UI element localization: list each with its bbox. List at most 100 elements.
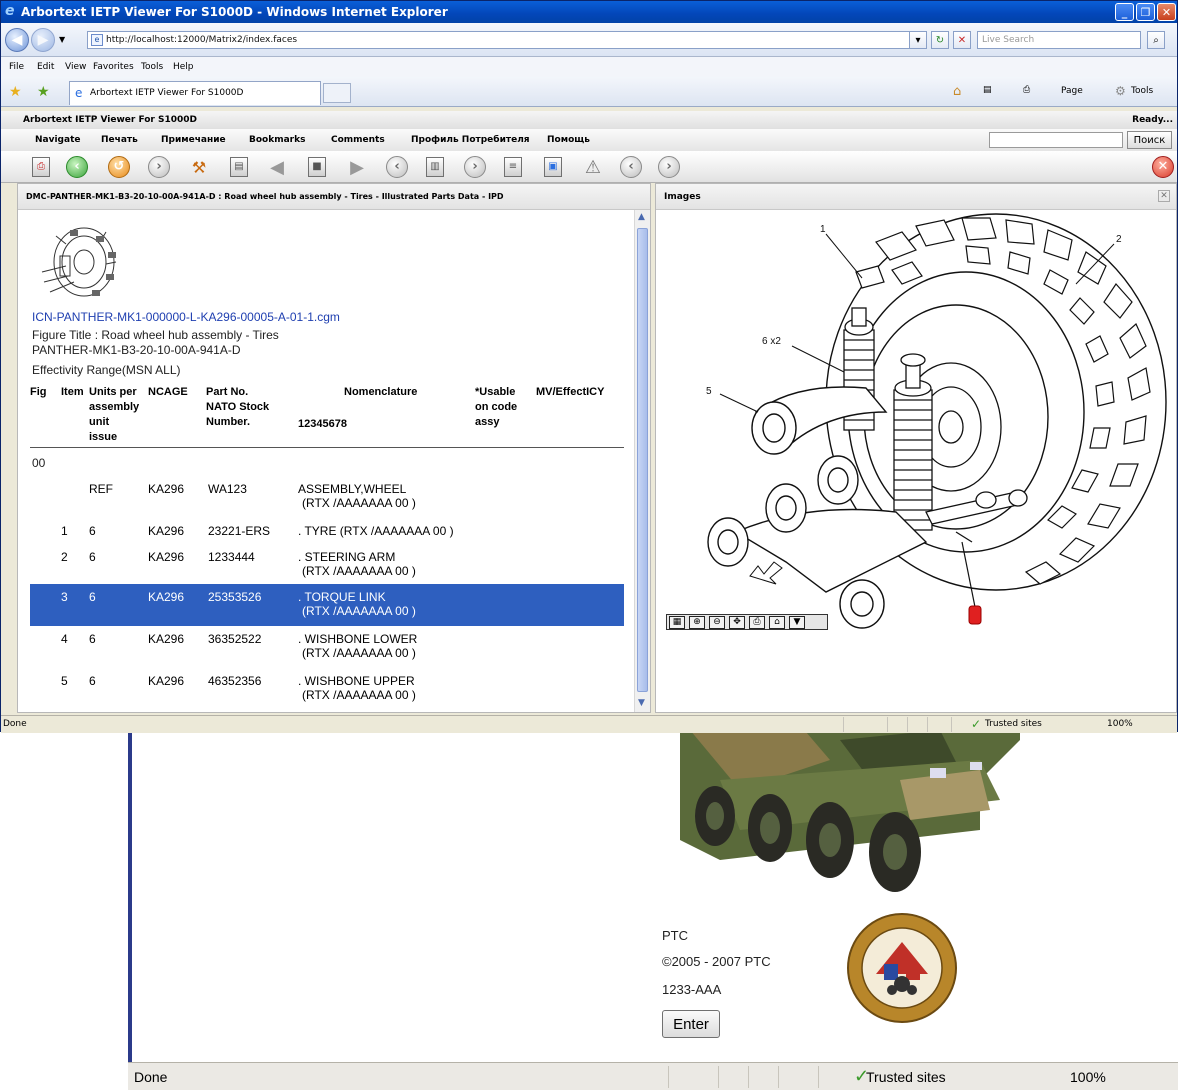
stop-icon[interactable]: ■ [305,155,329,179]
more-options-icon[interactable]: ▼ [789,616,805,629]
version-code: 1233-AAA [662,982,722,997]
background-status-bar: Done ✓ Trusted sites 100% [128,1062,1178,1090]
add-favorite-icon[interactable]: ★ [37,84,50,100]
notes-icon[interactable]: ▤ [227,155,251,179]
app-status: Ready... [1132,115,1173,125]
menu-profile[interactable]: Профиль Потребителя [411,135,530,145]
app-search-input[interactable] [989,132,1123,148]
close-icon[interactable]: ✕ [1151,155,1175,179]
row-part: WA123 [208,482,247,496]
new-tab-button[interactable] [323,83,351,103]
tools-icon[interactable]: ⚒ [187,155,211,179]
menu-view[interactable]: View [65,62,86,72]
maximize-button[interactable]: ❐ [1136,3,1155,21]
prev-step-icon[interactable]: ◀ [265,155,289,179]
print-image-icon[interactable]: ⎙ [749,616,765,629]
status-divider [927,717,928,732]
minimize-button[interactable]: _ [1115,3,1134,21]
menu-tools[interactable]: Tools [141,62,163,72]
app-toolbar: ⎙ ‹ ↺ › ⚒ ▤ ◀ ■ ▶ ‹ ▥ › ≡ ▣ ⚠ ‹ › ✕ [1,151,1177,183]
live-search-input[interactable]: Live Search [977,31,1141,49]
row-ncage: KA296 [148,632,185,646]
row-ncage: KA296 [148,674,185,688]
history-dropdown-icon[interactable]: ▼ [59,35,65,44]
next-page-icon[interactable]: › [463,155,487,179]
table-row[interactable]: 1 6 KA296 23221-ERS . TYRE (RTX /AAAAAAA… [30,522,624,540]
menu-help[interactable]: Помощь [547,135,590,145]
document-icon[interactable]: ≡ [501,155,525,179]
figure-code: PANTHER-MK1-B3-20-10-00A-941A-D [32,343,241,357]
history-icon[interactable]: ↺ [107,155,131,179]
vertical-scrollbar[interactable]: ▲ ▼ [634,210,650,712]
warning-icon[interactable]: ⚠ [581,155,605,179]
table-row-selected[interactable]: 3 6 KA296 25353526 . TORQUE LINK (RTX /A… [30,584,624,626]
tools-menu[interactable]: Tools [1131,86,1153,96]
feeds-icon[interactable]: ▤ [983,85,992,95]
favorites-star-icon[interactable]: ★ [9,84,22,100]
effectivity-range: Effectivity Range(MSN ALL) [32,363,181,377]
print-icon[interactable]: ⎙ [1023,85,1030,95]
enter-button[interactable]: Enter [662,1010,720,1038]
scroll-thumb[interactable] [637,228,648,692]
table-row[interactable]: 2 6 KA296 1233444 . STEERING ARM (RTX /A… [30,548,624,580]
zoom-level[interactable]: 100% [1107,719,1133,729]
figure-thumbnail[interactable] [36,222,120,306]
row-part: 1233444 [208,550,255,564]
app-menu-bar: Navigate Печать Примечание Bookmarks Com… [1,129,1177,151]
print-icon[interactable]: ⎙ [29,155,53,179]
pan-icon[interactable]: ✥ [729,616,745,629]
back-icon[interactable]: ‹ [65,155,89,179]
table-row[interactable]: 5 6 KA296 46352356 . WISHBONE UPPER (RTX… [30,672,624,704]
wheel-hub-illustration[interactable]: 1 2 6 x2 5 [666,212,1174,632]
image-icon[interactable]: ▣ [541,155,565,179]
ie-page-icon: e [75,86,83,100]
back-icon[interactable]: ◀ [5,28,29,52]
search-icon[interactable]: ⌕ [1147,31,1165,49]
url-text: http://localhost:12000/Matrix2/index.fac… [106,35,298,45]
menu-navigate[interactable]: Navigate [35,135,80,145]
next-step-icon[interactable]: ▶ [345,155,369,179]
close-window-button[interactable]: ✕ [1157,3,1176,21]
forward-icon[interactable]: ▶ [31,28,55,52]
scroll-down-icon[interactable]: ▼ [638,698,645,708]
url-field[interactable]: e http://localhost:12000/Matrix2/index.f… [87,31,925,49]
menu-bookmarks[interactable]: Bookmarks [249,135,305,145]
table-row[interactable]: REF KA296 WA123 ASSEMBLY,WHEEL (RTX /AAA… [30,480,624,512]
next-section-icon[interactable]: › [657,155,681,179]
url-dropdown-icon[interactable]: ▾ [909,31,927,49]
forward-icon[interactable]: › [147,155,171,179]
company-name: PTC [662,928,688,943]
book-icon[interactable]: ▥ [423,155,447,179]
callout-1: 1 [820,224,826,235]
home-icon[interactable]: ⌂ [953,84,961,99]
refresh-icon[interactable]: ↻ [931,31,949,49]
status-bar: Done ✓ Trusted sites 100% [1,715,1177,733]
menu-notes[interactable]: Примечание [161,135,226,145]
tab-ietp-viewer[interactable]: e Arbortext IETP Viewer For S1000D [69,81,321,105]
zoom-level[interactable]: 100% [1070,1069,1106,1085]
menu-favorites[interactable]: Favorites [93,62,134,72]
icn-link[interactable]: ICN-PANTHER-MK1-000000-L-KA296-00005-A-0… [32,310,340,324]
select-tool-icon[interactable]: ▦ [669,616,685,629]
menu-help[interactable]: Help [173,62,194,72]
prev-section-icon[interactable]: ‹ [619,155,643,179]
row-nomenclature: . WISHBONE LOWER [298,632,418,646]
page-menu[interactable]: Page [1061,86,1083,96]
stop-icon[interactable]: ✕ [953,31,971,49]
home-view-icon[interactable]: ⌂ [769,616,785,629]
prev-page-icon[interactable]: ‹ [385,155,409,179]
row-nomenclature-ref: (RTX /AAAAAAA 00 ) [302,688,416,702]
menu-file[interactable]: File [9,62,24,72]
images-pane-title: Images ✕ [656,184,1176,210]
menu-comments[interactable]: Comments [331,135,385,145]
scroll-up-icon[interactable]: ▲ [638,212,645,222]
menu-edit[interactable]: Edit [37,62,54,72]
zoom-out-icon[interactable]: ⊖ [709,616,725,629]
search-button[interactable]: Поиск [1127,131,1172,149]
table-row[interactable]: 4 6 KA296 36352522 . WISHBONE LOWER (RTX… [30,630,624,662]
zoom-in-icon[interactable]: ⊕ [689,616,705,629]
menu-print[interactable]: Печать [101,135,138,145]
close-pane-icon[interactable]: ✕ [1158,190,1170,202]
images-pane: Images ✕ 1 2 6 x2 5 ▦ ⊕ ⊖ ✥ ⎙ ⌂ ▼ [655,183,1177,713]
title-bar[interactable]: e Arbortext IETP Viewer For S1000D - Win… [1,1,1177,23]
